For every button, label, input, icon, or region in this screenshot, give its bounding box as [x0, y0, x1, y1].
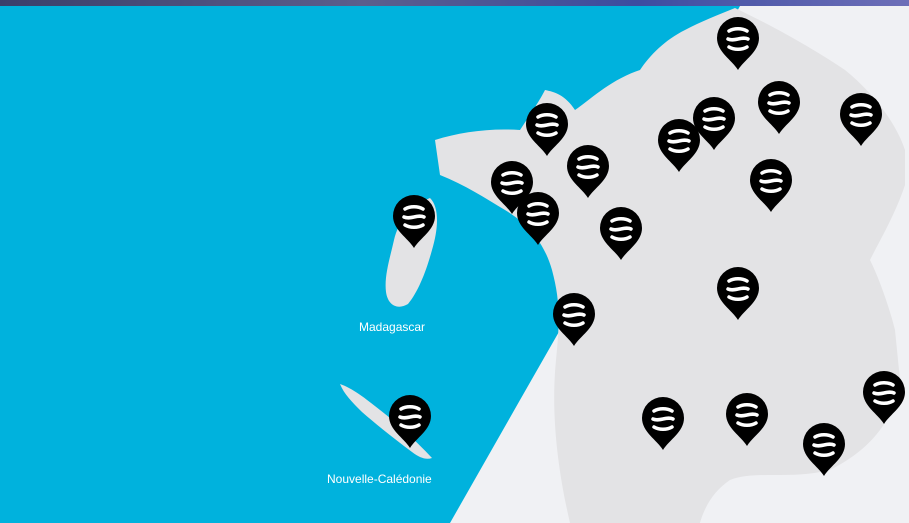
france-locations-map: Madagascar Nouvelle-Calédonie	[0, 0, 909, 523]
location-pin-icon[interactable]	[389, 395, 431, 448]
label-nouvelle-caledonie: Nouvelle-Calédonie	[327, 472, 432, 486]
map-canvas	[340, 6, 909, 523]
label-madagascar: Madagascar	[359, 320, 426, 334]
